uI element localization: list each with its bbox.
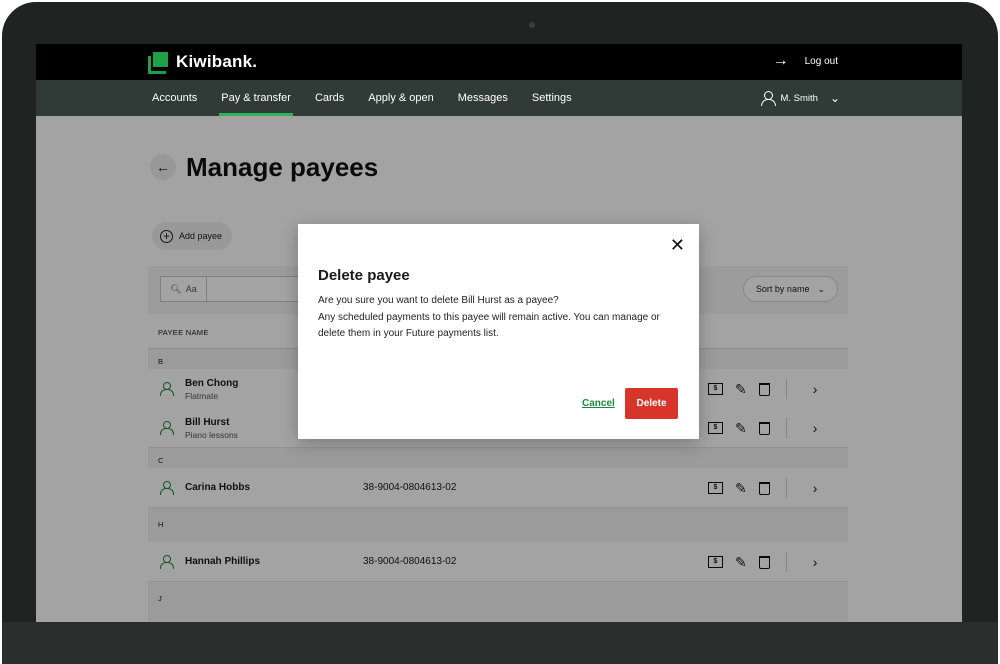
delete-payee-dialog: ✕ Delete payee Are you sure you want to … — [298, 224, 699, 439]
nav-apply-open[interactable]: Apply & open — [368, 80, 433, 116]
arrow-right-icon: → — [772, 52, 789, 69]
kiwibank-logo[interactable]: Kiwibank. — [148, 52, 258, 74]
camera — [529, 22, 535, 28]
delete-button[interactable]: Delete — [625, 388, 678, 419]
nav-messages[interactable]: Messages — [458, 80, 508, 116]
top-bar: Kiwibank. → Log out — [36, 44, 962, 80]
dialog-body: Are you sure you want to delete Bill Hur… — [318, 293, 678, 343]
chevron-down-icon: ⌄ — [829, 91, 840, 105]
brand-name: Kiwibank. — [176, 52, 258, 71]
user-menu[interactable]: M. Smith ⌄ — [761, 91, 840, 106]
user-icon — [761, 91, 777, 106]
cancel-button[interactable]: Cancel — [582, 398, 615, 409]
dialog-line-1: Are you sure you want to delete Bill Hur… — [318, 295, 559, 306]
kiwibank-logo-icon — [148, 52, 168, 74]
logout-label: Log out — [804, 55, 838, 67]
user-name: M. Smith — [780, 92, 818, 104]
close-icon[interactable]: ✕ — [670, 236, 685, 254]
nav-pay-transfer[interactable]: Pay & transfer — [219, 80, 293, 116]
nav-settings[interactable]: Settings — [532, 80, 572, 116]
logout-button[interactable]: → Log out — [772, 52, 838, 69]
laptop-base — [2, 622, 998, 664]
screen: Kiwibank. → Log out Accounts Pay & trans… — [36, 44, 962, 622]
dialog-title: Delete payee — [318, 267, 410, 284]
nav-cards[interactable]: Cards — [315, 80, 344, 116]
nav-accounts[interactable]: Accounts — [152, 80, 197, 116]
dialog-line-2: Any scheduled payments to this payee wil… — [318, 311, 660, 340]
main-nav: Accounts Pay & transfer Cards Apply & op… — [36, 80, 962, 116]
